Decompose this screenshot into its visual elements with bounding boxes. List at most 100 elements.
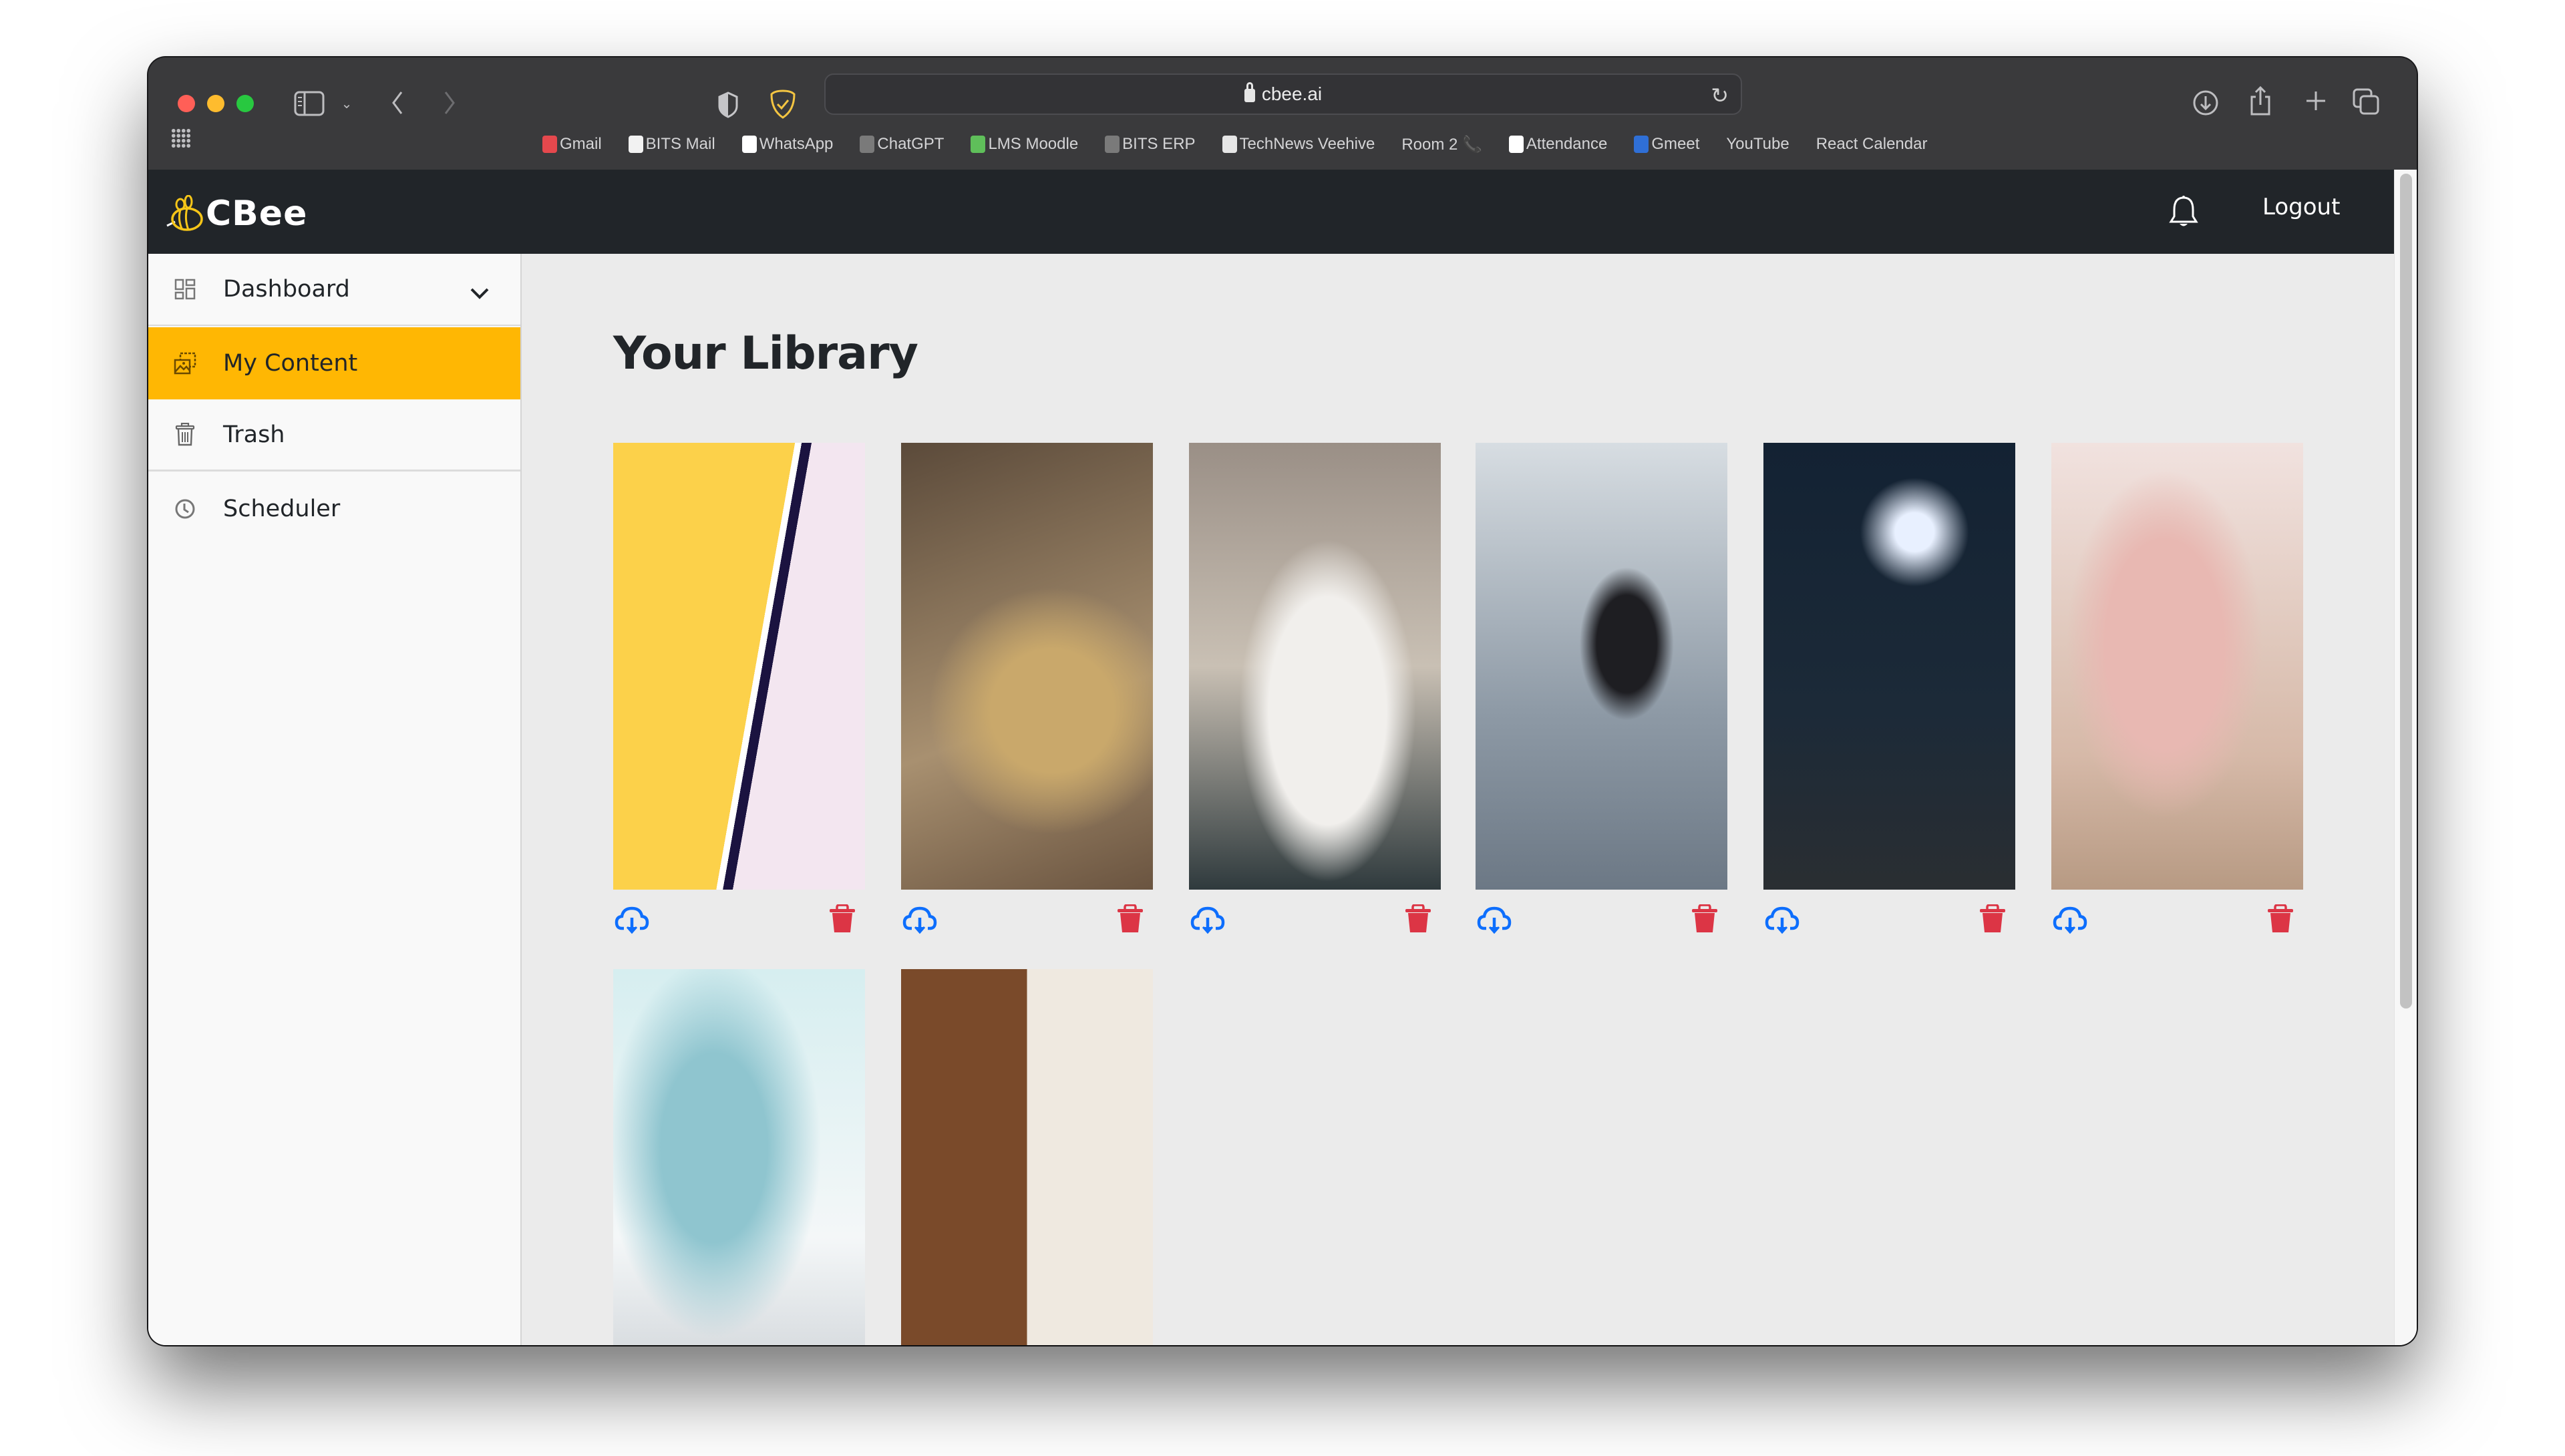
new-tab-icon[interactable] xyxy=(2304,89,2327,112)
apps-grid-icon[interactable] xyxy=(171,128,191,148)
bookmark-favicon-icon xyxy=(1508,136,1524,153)
bookmark-item[interactable]: BITS Mail xyxy=(628,135,715,154)
bookmark-item[interactable]: WhatsApp xyxy=(741,135,834,154)
url-text: cbee.ai xyxy=(1261,83,1323,104)
library-item[interactable] xyxy=(2051,443,2303,943)
delete-trash-icon[interactable] xyxy=(1979,904,2006,937)
delete-trash-icon[interactable] xyxy=(1691,904,1718,937)
bookmark-item[interactable]: React Calendar xyxy=(1816,135,1928,154)
sidebar-toggle-icon[interactable] xyxy=(294,91,325,116)
library-item[interactable] xyxy=(901,969,1153,1345)
sidebar-item-dashboard[interactable]: Dashboard xyxy=(148,254,520,326)
browser-window: ⌄ cbee.ai ↻ Gmail BITS Mail WhatsApp Cha… xyxy=(148,57,2417,1345)
lock-icon xyxy=(1244,82,1255,102)
library-thumbnail[interactable] xyxy=(901,969,1153,1345)
forward-icon[interactable] xyxy=(440,88,460,118)
bookmark-item[interactable]: BITS ERP xyxy=(1105,135,1196,154)
bookmark-item[interactable]: YouTube xyxy=(1726,135,1789,154)
bookmark-favicon-icon xyxy=(741,136,757,153)
item-actions xyxy=(1763,890,2015,943)
item-actions xyxy=(2051,890,2303,943)
bookmark-item[interactable]: LMS Moodle xyxy=(971,135,1078,154)
library-thumbnail[interactable] xyxy=(613,969,865,1345)
app-header: CBee Logout xyxy=(148,170,2394,254)
library-item[interactable] xyxy=(613,443,865,943)
delete-trash-icon[interactable] xyxy=(2267,904,2294,937)
library-item[interactable] xyxy=(1763,443,2015,943)
sidebar-item-label: My Content xyxy=(223,350,358,377)
adguard-shield-icon[interactable] xyxy=(768,88,798,120)
library-thumbnail[interactable] xyxy=(1476,443,1727,890)
library-thumbnail[interactable] xyxy=(613,443,865,890)
scrollbar[interactable] xyxy=(2394,170,2417,1345)
maximize-window-button[interactable] xyxy=(236,95,254,112)
item-actions xyxy=(901,890,1153,943)
cloud-download-icon[interactable] xyxy=(615,906,649,938)
bookmark-item[interactable]: Gmeet xyxy=(1634,135,1699,154)
cloud-download-icon[interactable] xyxy=(2053,906,2087,938)
sidebar-item-label: Trash xyxy=(223,421,285,448)
bookmark-label: BITS Mail xyxy=(645,135,715,153)
tab-overview-icon[interactable] xyxy=(2351,87,2381,116)
browser-toolbar: ⌄ cbee.ai ↻ Gmail BITS Mail WhatsApp Cha… xyxy=(148,57,2417,170)
logout-button[interactable]: Logout xyxy=(2262,194,2340,220)
library-item[interactable] xyxy=(1189,443,1441,943)
close-window-button[interactable] xyxy=(178,95,195,112)
downloads-icon[interactable] xyxy=(2191,88,2220,118)
cloud-download-icon[interactable] xyxy=(1190,906,1225,938)
scrollbar-thumb[interactable] xyxy=(2400,174,2412,1009)
chevron-down-icon[interactable]: ⌄ xyxy=(339,95,354,112)
trash-icon xyxy=(174,422,196,446)
sidebar-item-label: Dashboard xyxy=(223,276,350,303)
notifications-bell-icon[interactable] xyxy=(2169,195,2198,232)
library-item[interactable] xyxy=(1476,443,1727,943)
main-content: Your Library xyxy=(523,254,2394,1345)
bookmark-label: BITS ERP xyxy=(1122,135,1196,153)
bookmark-item[interactable]: Room 2 📞 xyxy=(1401,135,1482,154)
bookmark-favicon-icon xyxy=(1222,136,1237,153)
library-item[interactable] xyxy=(901,443,1153,943)
bookmark-favicon-icon xyxy=(860,136,875,153)
bookmark-label: Gmail xyxy=(560,135,602,153)
bookmark-favicon-icon xyxy=(1105,136,1120,153)
bookmark-item[interactable]: ChatGPT xyxy=(860,135,944,154)
bookmark-label: LMS Moodle xyxy=(988,135,1079,153)
bee-icon xyxy=(166,195,203,231)
bookmark-label: WhatsApp xyxy=(759,135,834,153)
image-gallery-icon xyxy=(174,352,196,375)
delete-trash-icon[interactable] xyxy=(829,904,856,937)
bookmark-item[interactable]: Gmail xyxy=(542,135,602,154)
cbee-logo[interactable]: CBee xyxy=(166,194,307,234)
minimize-window-button[interactable] xyxy=(207,95,224,112)
item-actions xyxy=(1476,890,1727,943)
sidebar-item-trash[interactable]: Trash xyxy=(148,399,520,472)
cloud-download-icon[interactable] xyxy=(1477,906,1512,938)
cloud-download-icon[interactable] xyxy=(902,906,937,938)
cloud-download-icon[interactable] xyxy=(1765,906,1800,938)
back-icon[interactable] xyxy=(387,88,407,118)
delete-trash-icon[interactable] xyxy=(1405,904,1431,937)
address-bar[interactable]: cbee.ai ↻ xyxy=(824,73,1742,115)
library-thumbnail[interactable] xyxy=(1189,443,1441,890)
page-title: Your Library xyxy=(613,327,918,380)
library-thumbnail[interactable] xyxy=(901,443,1153,890)
library-thumbnail[interactable] xyxy=(1763,443,2015,890)
sidebar-item-scheduler[interactable]: Scheduler xyxy=(148,473,520,545)
library-thumbnail[interactable] xyxy=(2051,443,2303,890)
bookmark-item[interactable]: Attendance xyxy=(1508,135,1607,154)
sidebar-item-my-content[interactable]: My Content xyxy=(148,327,520,399)
bookmark-item[interactable]: TechNews Veehive xyxy=(1222,135,1375,154)
sidebar-item-label: Scheduler xyxy=(223,496,341,522)
privacy-shield-icon[interactable] xyxy=(716,91,740,119)
bookmark-label: React Calendar xyxy=(1816,135,1928,153)
reload-icon[interactable]: ↻ xyxy=(1711,83,1729,108)
delete-trash-icon[interactable] xyxy=(1117,904,1144,937)
share-icon[interactable] xyxy=(2247,84,2274,118)
bookmarks-bar: Gmail BITS Mail WhatsApp ChatGPT LMS Moodle B… xyxy=(542,124,1927,164)
chevron-down-icon[interactable] xyxy=(470,279,490,306)
bookmark-favicon-icon xyxy=(1634,136,1649,153)
bookmark-label: ChatGPT xyxy=(877,135,945,153)
library-item[interactable] xyxy=(613,969,865,1345)
dashboard-grid-icon xyxy=(174,278,196,301)
bookmark-label: Gmeet xyxy=(1651,135,1700,153)
